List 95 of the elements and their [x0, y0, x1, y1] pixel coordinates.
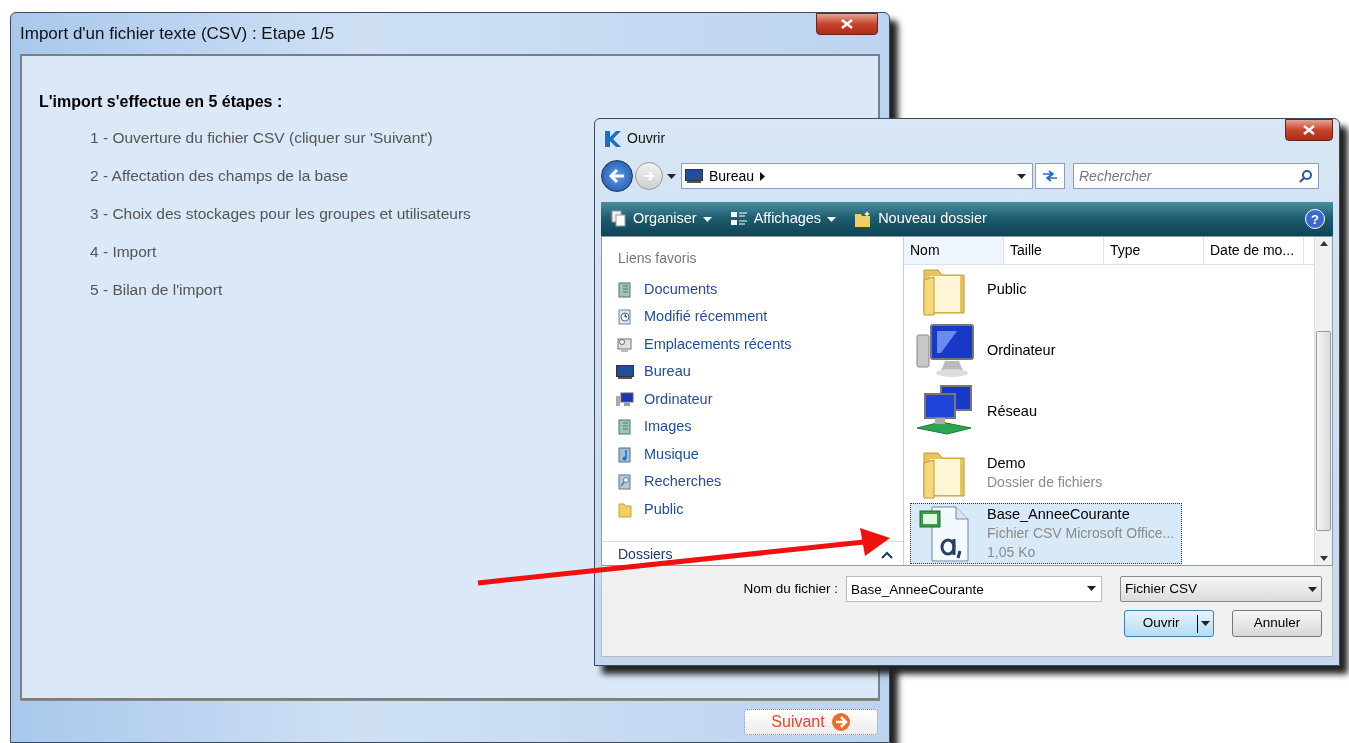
- favorite-label: Musique: [644, 444, 699, 464]
- dropdown-caret-icon: [702, 216, 712, 222]
- dropdown-caret-icon: [827, 216, 837, 222]
- filename-label: Nom du fichier :: [743, 579, 838, 598]
- favorite-label: Emplacements récents: [644, 334, 792, 354]
- filetype-select[interactable]: Fichier CSV: [1120, 576, 1322, 602]
- dropdown-caret-icon: [1308, 586, 1317, 592]
- search-field[interactable]: Rechercher: [1073, 163, 1319, 189]
- file-detail: Fichier CSV Microsoft Office...: [987, 524, 1175, 543]
- favorite-link[interactable]: Recherches: [616, 468, 722, 496]
- filename-field[interactable]: Base_AnneeCourante: [846, 576, 1102, 602]
- next-button[interactable]: Suivant: [744, 708, 878, 735]
- steps-heading: L'import s'effectue en 5 étapes :: [39, 92, 284, 112]
- refresh-button[interactable]: [1035, 163, 1065, 189]
- favorite-link[interactable]: Public: [616, 496, 684, 524]
- desktop-icon: [685, 169, 703, 183]
- favorite-label: Public: [644, 499, 684, 519]
- file-item[interactable]: Base_AnneeCourante Fichier CSV Microsoft Office... 1,05 Ko: [910, 503, 1182, 564]
- refresh-arrows-icon: [1041, 169, 1059, 183]
- new-folder-icon: [854, 210, 873, 228]
- back-arrow-icon: [609, 169, 625, 183]
- view-list-icon: [729, 211, 748, 227]
- dialog-title: Ouvrir: [627, 129, 666, 148]
- close-icon: [1303, 125, 1315, 135]
- dropdown-caret-icon: [666, 173, 676, 179]
- step-text: 3 - Choix des stockages pour les groupes et utilisateurs: [90, 204, 471, 224]
- scrollbar-thumb[interactable]: [1316, 331, 1331, 531]
- favorite-link[interactable]: Musique: [616, 441, 699, 469]
- scroll-down-arrow-icon[interactable]: [1319, 556, 1328, 561]
- dropdown-caret-icon: [1201, 621, 1210, 626]
- toolbar-button[interactable]: Nouveau dossier: [854, 208, 987, 230]
- file-item[interactable]: Ordinateur: [910, 320, 1182, 381]
- pages-icon: [611, 210, 627, 228]
- column-header[interactable]: Taille: [1004, 237, 1104, 264]
- file-name: Public: [987, 280, 1027, 299]
- file-detail: 1,05 Ko: [987, 543, 1037, 562]
- favorite-link[interactable]: Bureau: [616, 358, 691, 386]
- file-item[interactable]: Demo Dossier de fichiers: [910, 442, 1182, 503]
- column-header[interactable]: Nom: [904, 237, 1004, 264]
- step-text: 2 - Affectation des champs de la base: [90, 166, 349, 186]
- close-icon: [841, 19, 853, 29]
- toolbar-button[interactable]: Organiser: [611, 208, 712, 230]
- breadcrumb-arrow-icon: [760, 171, 766, 181]
- k-logo-icon: [603, 129, 621, 148]
- address-text: Bureau: [709, 166, 755, 186]
- file-item[interactable]: Réseau: [910, 381, 1182, 442]
- step-text: 4 - Import: [90, 242, 157, 262]
- favorite-label: Images: [644, 417, 692, 437]
- folders-label[interactable]: Dossiers: [618, 544, 673, 565]
- favorite-link[interactable]: Ordinateur: [616, 386, 713, 414]
- favorite-label: Documents: [644, 279, 718, 299]
- favorite-label: Ordinateur: [644, 389, 713, 409]
- music-note-icon: [617, 446, 633, 463]
- favorite-link[interactable]: Documents: [616, 276, 718, 304]
- dropdown-caret-icon: [1087, 586, 1096, 591]
- favorite-link[interactable]: Emplacements récents: [616, 331, 792, 359]
- address-bar[interactable]: Bureau: [681, 163, 1033, 189]
- clock-document-icon: [617, 309, 633, 326]
- window-title: Import d'un fichier texte (CSV) : Etape 1/5: [20, 23, 335, 45]
- search-icon: [1299, 169, 1313, 183]
- step-text: 5 - Bilan de l'import: [90, 280, 223, 300]
- toolbar-button[interactable]: Affichages: [729, 208, 837, 230]
- search-folder-icon: [617, 474, 633, 491]
- computer-icon: [915, 322, 977, 379]
- file-name: Demo: [987, 453, 1027, 473]
- folder-icon: [617, 501, 633, 518]
- column-header[interactable]: Date de mo...: [1204, 237, 1304, 264]
- file-name: Ordinateur: [987, 341, 1056, 360]
- file-detail: Dossier de fichiers: [987, 472, 1103, 492]
- scroll-up-arrow-icon[interactable]: [1319, 241, 1328, 246]
- help-button[interactable]: ?: [1305, 209, 1325, 229]
- file-name: Base_AnneeCourante: [987, 505, 1131, 524]
- favorite-link[interactable]: Images: [616, 413, 692, 441]
- section-title: Liens favoris: [618, 249, 697, 268]
- forward-arrow-icon: [643, 171, 655, 181]
- favorite-label: Bureau: [644, 362, 691, 382]
- close-button[interactable]: [1285, 119, 1333, 141]
- back-button[interactable]: [601, 160, 633, 192]
- dropdown-caret-icon: [1017, 173, 1026, 179]
- favorite-link[interactable]: Modifié récemment: [616, 303, 768, 331]
- chevron-up-icon: [881, 551, 893, 559]
- file-name: Réseau: [987, 402, 1037, 421]
- cancel-button[interactable]: Annuler: [1232, 610, 1322, 637]
- computer-icon: [616, 391, 634, 408]
- favorite-label: Recherches: [644, 472, 722, 492]
- desktop-icon: [616, 365, 634, 380]
- open-button[interactable]: Ouvrir: [1124, 610, 1214, 637]
- favorite-label: Modifié récemment: [644, 307, 768, 327]
- document-icon: [617, 281, 633, 298]
- column-header[interactable]: Type: [1104, 237, 1204, 264]
- file-item[interactable]: Public: [910, 265, 1182, 320]
- step-text: 1 - Ouverture du fichier CSV (cliquer sur 'Suivant'): [90, 128, 433, 148]
- computer-clock-icon: [617, 336, 633, 353]
- document-icon: [617, 419, 633, 436]
- close-button[interactable]: [816, 13, 878, 35]
